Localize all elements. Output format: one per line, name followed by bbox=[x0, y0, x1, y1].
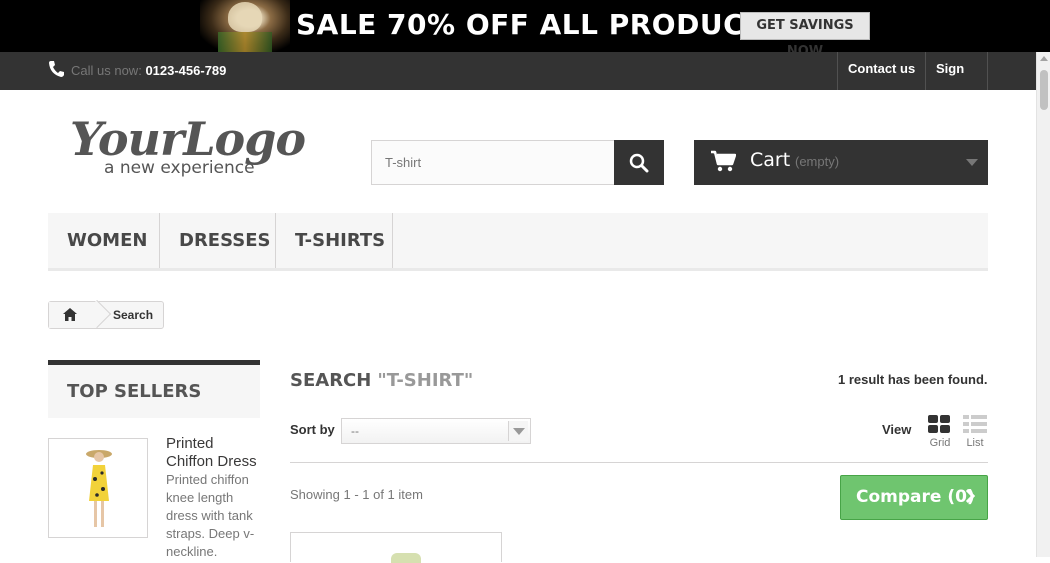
product-image-partial bbox=[391, 553, 421, 563]
breadcrumb: Search bbox=[48, 299, 164, 329]
contact-us-link[interactable]: Contact us bbox=[837, 52, 926, 90]
search-heading-label: SEARCH bbox=[290, 370, 372, 391]
top-sellers-block: TOP SELLERS bbox=[48, 360, 260, 418]
page-scrollbar[interactable] bbox=[1036, 52, 1050, 557]
call-label: Call us now: bbox=[71, 63, 142, 78]
search-button[interactable] bbox=[614, 140, 664, 185]
menu-item-women[interactable]: WOMEN bbox=[48, 213, 160, 268]
menu-item-dresses[interactable]: DRESSES bbox=[160, 213, 276, 268]
phone-number: 0123-456-789 bbox=[145, 63, 227, 78]
store-logo[interactable]: YourLogo a new experience bbox=[70, 112, 310, 182]
divider bbox=[290, 462, 988, 463]
promo-banner[interactable]: SALE 70% OFF ALL PRODUCTS GET SAVINGS NO… bbox=[0, 0, 1050, 52]
main-menu: WOMEN DRESSES T-SHIRTS bbox=[48, 213, 988, 271]
view-list-toggle[interactable]: List bbox=[962, 414, 988, 450]
sign-in-link[interactable]: Sign in bbox=[925, 52, 988, 110]
top-seller-product-description: Printed chiffon knee length dress with t… bbox=[166, 472, 255, 559]
get-savings-button[interactable]: GET SAVINGS NOW bbox=[740, 12, 870, 52]
top-nav-bar: Call us now: 0123-456-789 Contact us Sig… bbox=[0, 52, 1036, 110]
sort-by-label: Sort by bbox=[290, 422, 335, 437]
compare-button[interactable]: Compare (0) bbox=[840, 475, 988, 520]
top-sellers-title[interactable]: TOP SELLERS bbox=[67, 381, 201, 402]
call-us-text: Call us now: 0123-456-789 bbox=[71, 63, 226, 78]
result-count: 1 result has been found. bbox=[838, 372, 988, 387]
phone-icon bbox=[49, 61, 64, 77]
compare-label: Compare (0) bbox=[856, 487, 975, 507]
view-list-caption: List bbox=[966, 437, 984, 449]
scroll-thumb[interactable] bbox=[1040, 70, 1048, 110]
chevron-down-icon bbox=[508, 421, 528, 441]
product-thumbnail[interactable] bbox=[48, 438, 148, 538]
search-icon bbox=[629, 153, 649, 173]
cart-label: Cart bbox=[750, 149, 791, 171]
home-icon bbox=[63, 308, 77, 321]
breadcrumb-current: Search bbox=[113, 308, 154, 322]
sort-select-value: -- bbox=[351, 424, 359, 438]
scroll-up-arrow-icon[interactable] bbox=[1040, 56, 1048, 61]
sort-select[interactable]: -- bbox=[341, 418, 531, 444]
product-card[interactable] bbox=[290, 532, 502, 563]
menu-item-t-shirts[interactable]: T-SHIRTS bbox=[276, 213, 393, 268]
dress-image bbox=[86, 450, 112, 527]
view-grid-caption: Grid bbox=[929, 437, 951, 449]
search-input[interactable]: T-shirt bbox=[371, 140, 615, 185]
cart-status: (empty) bbox=[795, 154, 840, 169]
banner-model-image bbox=[200, 0, 290, 52]
page-title: SEARCH "T-SHIRT" bbox=[290, 370, 473, 391]
list-icon bbox=[963, 415, 987, 433]
cart-icon bbox=[711, 150, 736, 172]
banner-title: SALE 70% OFF ALL PRODUCTS bbox=[296, 8, 785, 41]
logo-tagline: a new experience bbox=[104, 158, 255, 178]
search-query: "T-SHIRT" bbox=[377, 370, 474, 391]
chevron-down-icon bbox=[966, 159, 978, 166]
view-label: View bbox=[882, 422, 912, 437]
view-grid-toggle[interactable]: Grid bbox=[927, 414, 953, 450]
grid-icon bbox=[928, 415, 950, 433]
cart-dropdown[interactable]: Cart (empty) bbox=[694, 140, 988, 185]
showing-count: Showing 1 - 1 of 1 item bbox=[290, 487, 423, 502]
top-seller-product-name[interactable]: Printed Chiffon Dress bbox=[166, 435, 260, 471]
